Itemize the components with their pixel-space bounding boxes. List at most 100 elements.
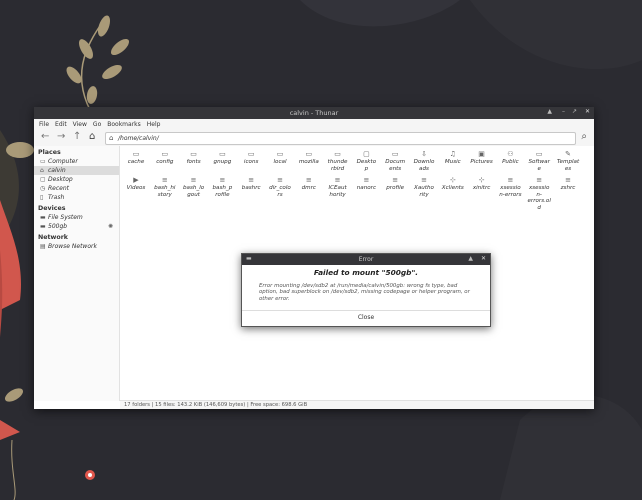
- file-item[interactable]: ▢ Deskto p: [352, 150, 380, 172]
- file-item[interactable]: ≡ ICEaut hority: [324, 176, 352, 198]
- file-item[interactable]: ▭ Docum ents: [381, 150, 409, 172]
- file-item[interactable]: ⚇ Public: [496, 150, 524, 166]
- menu-go[interactable]: Go: [93, 121, 101, 128]
- file-item[interactable]: ≡ xsessio n-errors: [496, 176, 524, 198]
- file-label: mozilla: [298, 159, 319, 165]
- drive-icon: ▬: [40, 223, 46, 230]
- file-item[interactable]: ≡ bash_lo gout: [180, 176, 208, 198]
- file-item[interactable]: ▭ cache: [122, 150, 150, 166]
- file-item[interactable]: ⊹ Xclients: [439, 176, 467, 192]
- folder-icon: ▭: [247, 150, 255, 158]
- file-label: cache: [127, 159, 145, 165]
- file-item[interactable]: ≡ zshrc: [554, 176, 582, 192]
- file-item[interactable]: ▭ gnupg: [208, 150, 236, 166]
- file-item[interactable]: ▣ Pictures: [468, 150, 496, 166]
- dialog-titlebar[interactable]: ▬ Error ▲ ✕: [242, 254, 490, 265]
- window-maximize-icon[interactable]: ↗: [572, 108, 577, 115]
- window-shade-icon[interactable]: ▲: [547, 108, 552, 115]
- text-file-icon: ≡: [565, 176, 571, 184]
- file-item[interactable]: ♫ Music: [439, 150, 467, 166]
- sidebar-item-desktop[interactable]: ▢ Desktop: [34, 175, 119, 184]
- back-arrow-icon[interactable]: ←: [41, 132, 49, 142]
- dialog-title: Error: [358, 256, 374, 263]
- window-title: calvin - Thunar: [289, 109, 339, 117]
- sidebar-item-500gb[interactable]: ▬ 500gb ✺: [34, 222, 119, 231]
- file-item[interactable]: ≡ xsessio n- errors.ol d: [525, 176, 553, 211]
- file-item[interactable]: ≡ bash_p rofile: [208, 176, 236, 198]
- menu-bookmarks[interactable]: Bookmarks: [107, 121, 141, 128]
- file-label: ICEaut hority: [328, 185, 347, 198]
- file-label: Downlo ads: [413, 159, 435, 172]
- file-item[interactable]: ≡ bashrc: [237, 176, 265, 192]
- file-item[interactable]: ≡ bash_hi story: [151, 176, 179, 198]
- file-label: config: [156, 159, 174, 165]
- location-bar[interactable]: ⌂ /home/calvin/: [105, 132, 576, 145]
- sidebar-item-recent[interactable]: ◷ Recent: [34, 184, 119, 193]
- sidebar-item-computer[interactable]: ▭ Computer: [34, 157, 119, 166]
- search-icon[interactable]: ⌕: [581, 131, 587, 142]
- sidebar-item-browse-network[interactable]: ▤ Browse Network: [34, 242, 119, 251]
- file-item[interactable]: ▶ Videos: [122, 176, 150, 192]
- text-file-icon: ≡: [219, 176, 226, 184]
- window-close-icon[interactable]: ✕: [585, 108, 590, 115]
- file-item[interactable]: ⇩ Downlo ads: [410, 150, 438, 172]
- picture-icon: ▣: [478, 150, 485, 158]
- file-item[interactable]: ▭ mozilla: [295, 150, 323, 166]
- home-button-icon[interactable]: ⌂: [89, 132, 95, 142]
- script-icon: ⊹: [478, 176, 485, 184]
- text-file-icon: ≡: [277, 176, 283, 184]
- location-path: /home/calvin/: [118, 135, 159, 142]
- close-button[interactable]: Close: [242, 310, 490, 326]
- sidebar-heading-devices: Devices: [38, 205, 66, 212]
- file-label: Pictures: [470, 159, 493, 165]
- file-item[interactable]: ▭ icons: [237, 150, 265, 166]
- folder-icon: ▭: [190, 150, 197, 158]
- music-icon: ♫: [449, 150, 456, 158]
- dialog-shade-icon[interactable]: ▲: [468, 255, 473, 262]
- file-label: Xautho rity: [414, 185, 434, 198]
- menu-view[interactable]: View: [73, 121, 87, 128]
- forward-arrow-icon[interactable]: →: [57, 132, 65, 142]
- trash-icon: ▯: [40, 194, 44, 201]
- file-item[interactable]: ⊹ xinitrc: [468, 176, 496, 192]
- folder-icon: ▭: [132, 150, 140, 158]
- sidebar-item-calvin[interactable]: ⌂ calvin: [34, 166, 119, 175]
- file-label: thunde rbird: [327, 159, 348, 172]
- spinner-icon: ✺: [107, 223, 113, 230]
- file-item[interactable]: ▭ local: [266, 150, 294, 166]
- file-label: dir_colo rs: [269, 185, 291, 198]
- menu-edit[interactable]: Edit: [55, 121, 67, 128]
- text-file-icon: ≡: [305, 176, 312, 184]
- sidebar-item-file-system[interactable]: ▬ File System: [34, 213, 119, 222]
- status-bar: 17 folders | 15 files: 143.2 KiB (146,60…: [120, 400, 594, 409]
- file-label: Xclients: [441, 185, 464, 191]
- menu-file[interactable]: File: [39, 121, 49, 128]
- file-item[interactable]: ≡ dmrc: [295, 176, 323, 192]
- window-titlebar[interactable]: calvin - Thunar ▲ – ↗ ✕: [34, 107, 594, 119]
- drive-icon: ▬: [40, 214, 46, 221]
- file-item[interactable]: ▭ fonts: [180, 150, 208, 166]
- window-minimize-icon[interactable]: –: [562, 108, 565, 115]
- file-item[interactable]: ▭ Softwar e: [525, 150, 553, 172]
- file-item[interactable]: ≡ Xautho rity: [410, 176, 438, 198]
- file-item[interactable]: ✎ Templat es: [554, 150, 582, 172]
- file-label: bashrc: [241, 185, 261, 191]
- file-label: zshrc: [560, 185, 576, 191]
- file-item[interactable]: ▭ config: [151, 150, 179, 166]
- menu-help[interactable]: Help: [147, 121, 161, 128]
- file-label: xsessio n- errors.ol d: [527, 185, 551, 211]
- file-label: fonts: [186, 159, 201, 165]
- desktop-icon: ▢: [363, 150, 370, 158]
- sidebar-item-trash[interactable]: ▯ Trash: [34, 193, 119, 202]
- file-label: Music: [444, 159, 461, 165]
- file-item[interactable]: ▭ thunde rbird: [324, 150, 352, 172]
- dialog-close-icon[interactable]: ✕: [481, 255, 486, 262]
- up-arrow-icon[interactable]: ↑: [73, 132, 81, 142]
- file-label: Public: [502, 159, 519, 165]
- file-item[interactable]: ≡ profile: [381, 176, 409, 192]
- file-item[interactable]: ≡ nanorc: [352, 176, 380, 192]
- text-file-icon: ≡: [421, 176, 427, 184]
- file-item[interactable]: ≡ dir_colo rs: [266, 176, 294, 198]
- file-label: xinitrc: [472, 185, 491, 191]
- recent-icon: ◷: [40, 185, 46, 192]
